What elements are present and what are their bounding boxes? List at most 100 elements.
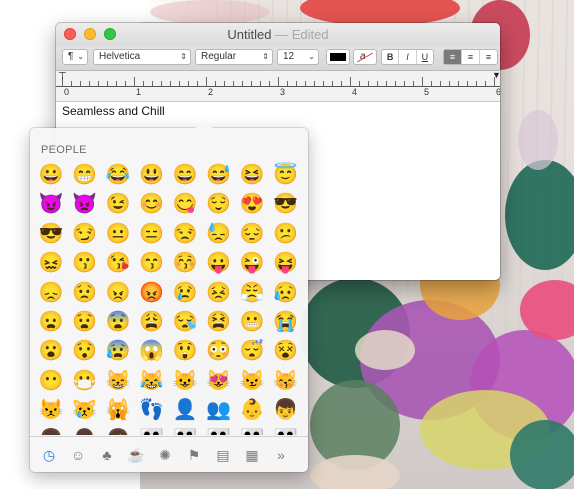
emoji-cell[interactable]: 😕 bbox=[271, 219, 301, 249]
underline-button[interactable]: U bbox=[417, 50, 433, 64]
emoji-cell[interactable]: 😑 bbox=[137, 219, 167, 249]
emoji-cell[interactable]: 👪 bbox=[204, 425, 234, 435]
category-travel-icon[interactable]: ▤ bbox=[212, 445, 234, 465]
emoji-cell[interactable]: 😗 bbox=[70, 248, 100, 278]
emoji-cell[interactable]: 😹 bbox=[137, 366, 167, 396]
emoji-cell[interactable]: 😆 bbox=[237, 160, 267, 190]
emoji-cell[interactable]: 😭 bbox=[271, 307, 301, 337]
emoji-cell[interactable]: 😧 bbox=[70, 307, 100, 337]
emoji-cell[interactable]: 😯 bbox=[70, 336, 100, 366]
emoji-cell[interactable]: 😜 bbox=[237, 248, 267, 278]
category-activity-icon[interactable]: ⚑ bbox=[183, 445, 205, 465]
tab-stop-icon[interactable]: ⊤ bbox=[58, 71, 67, 82]
emoji-cell[interactable]: 😉 bbox=[103, 189, 133, 219]
emoji-cell[interactable]: 😪 bbox=[170, 307, 200, 337]
emoji-cell[interactable]: 👣 bbox=[137, 395, 167, 425]
right-margin-marker-icon[interactable]: ▼ bbox=[492, 70, 500, 80]
emoji-cell[interactable]: 😁 bbox=[70, 160, 100, 190]
emoji-cell[interactable]: 😄 bbox=[170, 160, 200, 190]
emoji-cell[interactable]: 👧 bbox=[36, 425, 66, 435]
emoji-cell[interactable]: 😷 bbox=[70, 366, 100, 396]
emoji-cell[interactable]: 😮 bbox=[36, 336, 66, 366]
emoji-cell[interactable]: 😎 bbox=[36, 219, 66, 249]
emoji-cell[interactable]: 😀 bbox=[36, 160, 66, 190]
paragraph-styles-popup[interactable]: ¶ ⌄ bbox=[62, 49, 88, 65]
category-celebration-icon[interactable]: ✺ bbox=[154, 445, 176, 465]
emoji-cell[interactable]: 😖 bbox=[36, 248, 66, 278]
emoji-cell[interactable]: 😞 bbox=[36, 278, 66, 308]
emoji-cell[interactable]: 👪 bbox=[137, 425, 167, 435]
emoji-cell[interactable]: 😴 bbox=[237, 336, 267, 366]
emoji-cell[interactable]: 👿 bbox=[70, 189, 100, 219]
emoji-cell[interactable]: 😡 bbox=[137, 278, 167, 308]
emoji-cell[interactable]: 😍 bbox=[237, 189, 267, 219]
emoji-cell[interactable]: 😵 bbox=[271, 336, 301, 366]
emoji-cell[interactable]: 😛 bbox=[204, 248, 234, 278]
title-bar[interactable]: Untitled — Edited bbox=[56, 23, 500, 46]
emoji-cell[interactable]: 😏 bbox=[70, 219, 100, 249]
document-text[interactable]: Seamless and Chill bbox=[62, 104, 165, 118]
emoji-cell[interactable]: 😬 bbox=[237, 307, 267, 337]
emoji-cell[interactable]: 😦 bbox=[36, 307, 66, 337]
category-more-icon[interactable]: » bbox=[270, 445, 292, 465]
emoji-cell[interactable]: 😣 bbox=[204, 278, 234, 308]
emoji-cell[interactable]: 😟 bbox=[70, 278, 100, 308]
font-style-popup[interactable]: Regular ⇕ bbox=[195, 49, 273, 65]
emoji-cell[interactable]: 😇 bbox=[271, 160, 301, 190]
emoji-cell[interactable]: 😢 bbox=[170, 278, 200, 308]
category-food-icon[interactable]: ☕ bbox=[125, 445, 147, 465]
align-center-button[interactable]: ≡ bbox=[462, 50, 480, 64]
emoji-cell[interactable]: 😝 bbox=[271, 248, 301, 278]
emoji-cell[interactable]: 😔 bbox=[237, 219, 267, 249]
emoji-cell[interactable]: 😒 bbox=[170, 219, 200, 249]
font-size-combo[interactable]: 12 ⌄ bbox=[277, 49, 319, 65]
align-right-button[interactable]: ≡ bbox=[480, 50, 497, 64]
emoji-cell[interactable]: 😩 bbox=[137, 307, 167, 337]
highlight-color-well[interactable]: a bbox=[353, 49, 377, 65]
emoji-cell[interactable]: 😼 bbox=[237, 366, 267, 396]
emoji-cell[interactable]: 👤 bbox=[170, 395, 200, 425]
italic-button[interactable]: I bbox=[399, 50, 417, 64]
edited-indicator[interactable]: — Edited bbox=[275, 27, 328, 42]
emoji-cell[interactable]: 😱 bbox=[137, 336, 167, 366]
emoji-cell[interactable]: 🙀 bbox=[103, 395, 133, 425]
emoji-cell[interactable]: 😳 bbox=[204, 336, 234, 366]
emoji-cell[interactable]: 👩 bbox=[103, 425, 133, 435]
ruler[interactable]: 0 1 2 3 4 5 6 ⊤ ▼ bbox=[56, 70, 500, 102]
emoji-cell[interactable]: 😎 bbox=[271, 189, 301, 219]
emoji-cell[interactable]: 😋 bbox=[170, 189, 200, 219]
emoji-cell[interactable]: 😫 bbox=[204, 307, 234, 337]
emoji-cell[interactable]: 😊 bbox=[137, 189, 167, 219]
emoji-cell[interactable]: 😿 bbox=[70, 395, 100, 425]
emoji-cell[interactable]: 😚 bbox=[170, 248, 200, 278]
emoji-cell[interactable]: 👦 bbox=[271, 395, 301, 425]
category-people-icon[interactable]: ☺ bbox=[67, 445, 89, 465]
emoji-cell[interactable]: 😂 bbox=[103, 160, 133, 190]
emoji-cell[interactable]: 😸 bbox=[103, 366, 133, 396]
emoji-cell[interactable]: 😘 bbox=[103, 248, 133, 278]
emoji-cell[interactable]: 😰 bbox=[103, 336, 133, 366]
emoji-cell[interactable]: 😲 bbox=[170, 336, 200, 366]
emoji-cell[interactable]: 😾 bbox=[36, 395, 66, 425]
emoji-cell[interactable]: 😶 bbox=[36, 366, 66, 396]
category-recent-icon[interactable]: ◷ bbox=[38, 445, 60, 465]
emoji-cell[interactable]: 😽 bbox=[271, 366, 301, 396]
emoji-cell[interactable]: 👨 bbox=[70, 425, 100, 435]
emoji-cell[interactable]: 😨 bbox=[103, 307, 133, 337]
category-nature-icon[interactable]: ♣ bbox=[96, 445, 118, 465]
emoji-cell[interactable]: 😅 bbox=[204, 160, 234, 190]
align-left-button[interactable]: ≡ bbox=[444, 50, 462, 64]
emoji-cell[interactable]: 👪 bbox=[170, 425, 200, 435]
emoji-cell[interactable]: 👪 bbox=[271, 425, 301, 435]
emoji-cell[interactable]: 😤 bbox=[237, 278, 267, 308]
emoji-cell[interactable]: 😌 bbox=[204, 189, 234, 219]
emoji-cell[interactable]: 👪 bbox=[237, 425, 267, 435]
emoji-cell[interactable]: 👥 bbox=[204, 395, 234, 425]
bold-button[interactable]: B bbox=[382, 50, 400, 64]
emoji-cell[interactable]: 😻 bbox=[204, 366, 234, 396]
emoji-cell[interactable]: 😐 bbox=[103, 219, 133, 249]
emoji-cell[interactable]: 😃 bbox=[137, 160, 167, 190]
emoji-cell[interactable]: 😠 bbox=[103, 278, 133, 308]
emoji-cell[interactable]: 👶 bbox=[237, 395, 267, 425]
font-family-popup[interactable]: Helvetica ⇕ bbox=[93, 49, 191, 65]
